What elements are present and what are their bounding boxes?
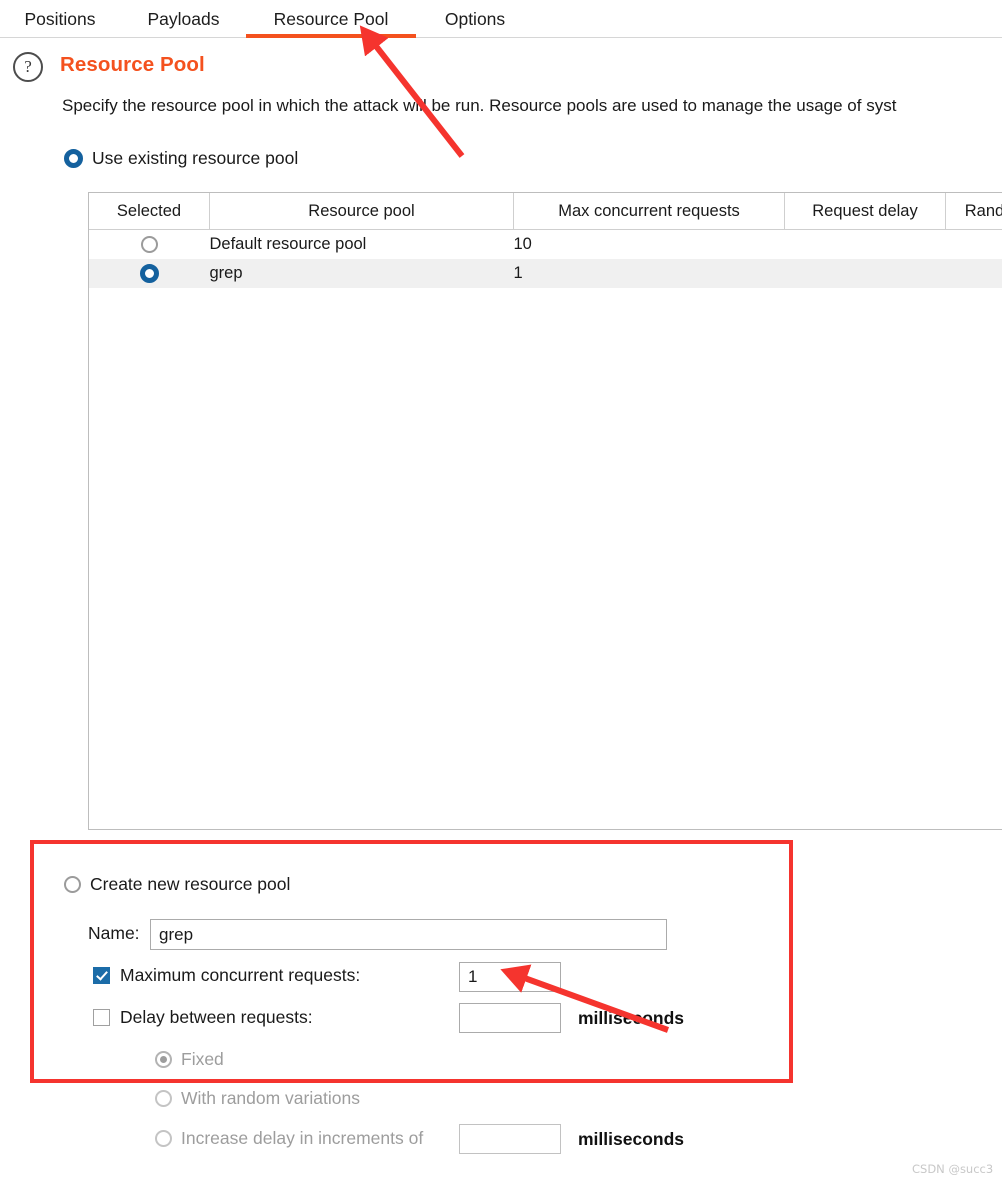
tab-options[interactable]: Options <box>430 0 520 38</box>
name-field-label: Name: <box>88 923 140 943</box>
delay-between-requests-input[interactable] <box>459 1003 561 1033</box>
help-icon[interactable]: ? <box>13 52 43 82</box>
tab-resource-pool-label: Resource Pool <box>273 9 389 29</box>
cell-resource-pool: grep <box>209 259 514 288</box>
maximum-concurrent-requests-label: Maximum concurrent requests: <box>120 965 361 985</box>
maximum-concurrent-requests-option[interactable]: Maximum concurrent requests: <box>93 965 360 986</box>
delay-mode-increase-option[interactable]: Increase delay in increments of <box>155 1128 423 1149</box>
column-header-max-concurrent-requests[interactable]: Max concurrent requests <box>513 193 785 230</box>
row-radio-default-resource-pool[interactable] <box>140 236 158 254</box>
cell-random-variations <box>946 230 1002 260</box>
create-new-label: Create new resource pool <box>90 874 291 894</box>
resource-pool-table: Selected Resource pool Max concurrent re… <box>89 193 1002 288</box>
watermark: CSDN @succ3 <box>912 1162 994 1176</box>
row-select-cell[interactable] <box>89 259 210 288</box>
cell-max-concurrent-requests: 10 <box>513 235 532 253</box>
resource-pool-table-panel: Selected Resource pool Max concurrent re… <box>88 192 1002 830</box>
delay-increment-input[interactable] <box>459 1124 561 1154</box>
cell-request-delay <box>784 259 946 288</box>
delay-mode-fixed-radio[interactable] <box>155 1050 172 1068</box>
cell-resource-pool: Default resource pool <box>209 235 367 253</box>
tab-payloads[interactable]: Payloads <box>132 0 235 38</box>
use-existing-label: Use existing resource pool <box>92 148 299 168</box>
cell-request-delay <box>785 230 946 260</box>
name-input[interactable] <box>150 919 667 950</box>
create-new-radio[interactable] <box>64 875 81 893</box>
tab-positions-label: Positions <box>24 9 96 29</box>
column-header-selected[interactable]: Selected <box>89 193 210 230</box>
table-header-row: Selected Resource pool Max concurrent re… <box>89 193 1002 230</box>
cell-max-concurrent-requests: 1 <box>513 259 785 288</box>
use-existing-resource-pool-option[interactable]: Use existing resource pool <box>64 148 298 169</box>
delay-mode-random-option[interactable]: With random variations <box>155 1088 360 1109</box>
delay-mode-fixed-option[interactable]: Fixed <box>155 1049 224 1070</box>
table-row[interactable]: grep 1 <box>89 259 1002 288</box>
create-new-resource-pool-option[interactable]: Create new resource pool <box>64 874 290 895</box>
active-tab-underline <box>246 34 416 38</box>
use-existing-radio[interactable] <box>64 148 83 168</box>
delay-mode-fixed-label: Fixed <box>181 1049 224 1069</box>
delay-between-requests-label: Delay between requests: <box>120 1007 313 1027</box>
column-header-request-delay[interactable]: Request delay <box>784 193 946 230</box>
row-select-cell[interactable] <box>89 230 210 260</box>
tab-positions[interactable]: Positions <box>14 0 106 38</box>
delay-mode-increase-radio[interactable] <box>155 1129 172 1147</box>
cell-random-variations <box>945 259 1002 288</box>
tab-bar: Positions Payloads Resource Pool Options <box>0 0 1002 38</box>
tab-resource-pool[interactable]: Resource Pool <box>246 0 416 38</box>
maximum-concurrent-requests-checkbox[interactable] <box>93 966 110 984</box>
panel-description: Specify the resource pool in which the a… <box>62 96 897 115</box>
tab-payloads-label: Payloads <box>147 9 220 29</box>
column-header-resource-pool[interactable]: Resource pool <box>209 193 514 230</box>
delay-between-requests-checkbox[interactable] <box>93 1008 110 1026</box>
row-radio-grep[interactable] <box>139 264 159 284</box>
tab-options-label: Options <box>444 9 506 29</box>
delay-increment-unit-label: milliseconds <box>578 1129 685 1149</box>
table-row[interactable]: Default resource pool 10 <box>89 230 1002 260</box>
delay-mode-increase-label: Increase delay in increments of <box>181 1128 424 1148</box>
delay-mode-random-radio[interactable] <box>155 1089 172 1107</box>
delay-between-requests-option[interactable]: Delay between requests: <box>93 1007 313 1028</box>
delay-mode-random-label: With random variations <box>181 1088 360 1108</box>
maximum-concurrent-requests-input[interactable] <box>459 962 561 992</box>
column-header-random-variations[interactable]: Rand <box>945 193 1002 230</box>
page-title: Resource Pool <box>60 53 205 76</box>
delay-unit-label: milliseconds <box>578 1008 685 1028</box>
